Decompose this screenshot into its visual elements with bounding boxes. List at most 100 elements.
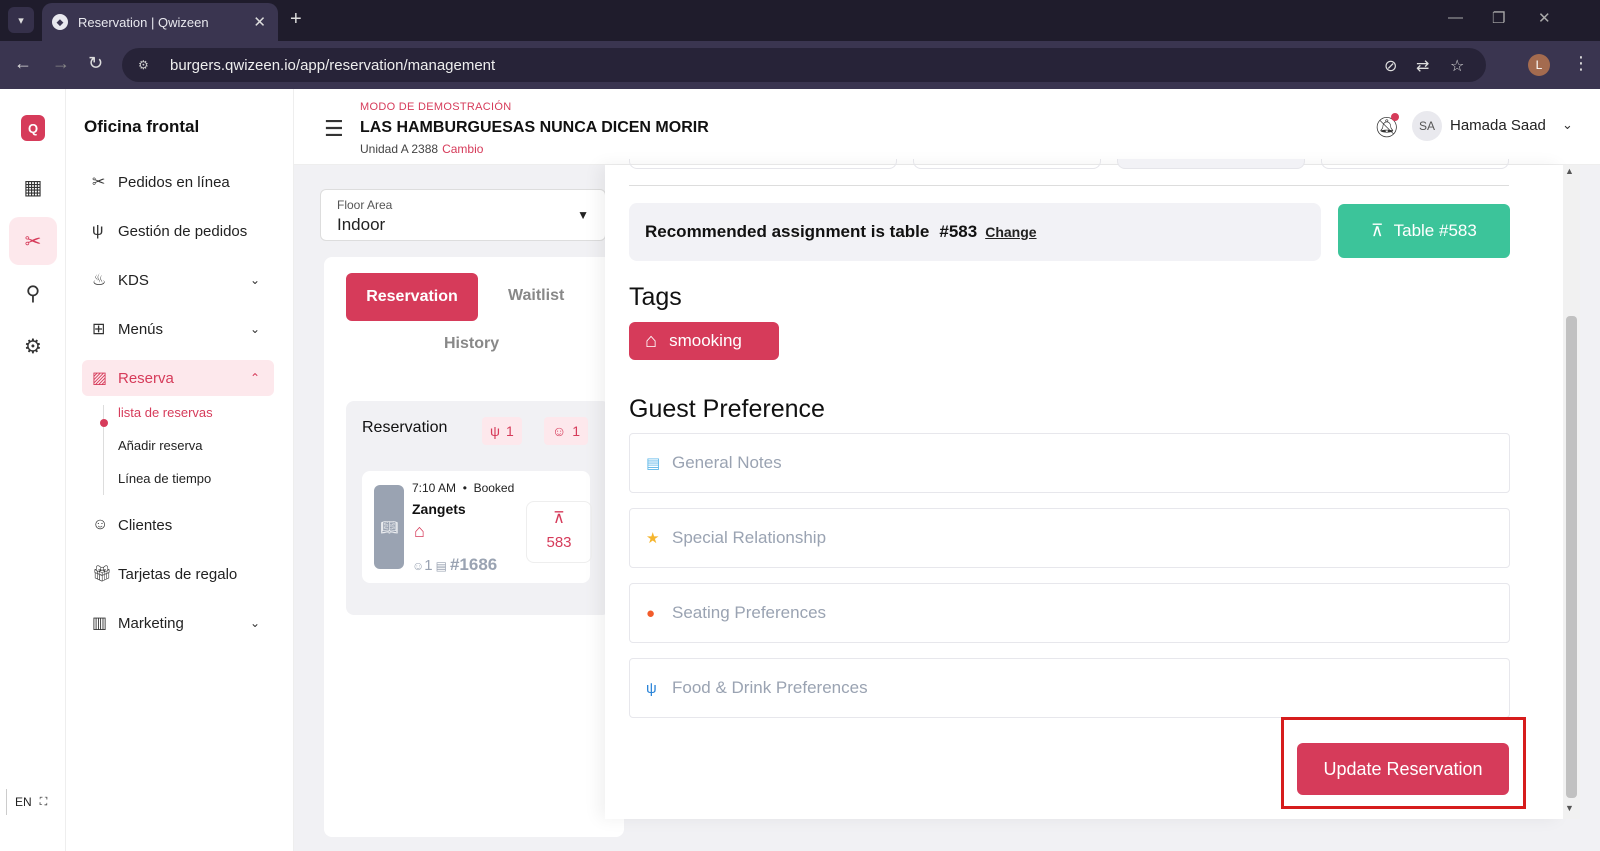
restore-icon[interactable]: ❐ <box>1492 9 1505 27</box>
sidebar-item-reserva[interactable]: ▨ Reserva ⌃ <box>82 360 274 396</box>
sidebar-item-clientes[interactable]: ☺ Clientes <box>82 507 274 543</box>
minimize-icon[interactable]: — <box>1448 9 1463 26</box>
sidebar-item-tarjetas-de-regalo[interactable]: 🎁︎ Tarjetas de regalo <box>82 556 274 592</box>
tab-reservation[interactable]: Reservation <box>346 273 478 321</box>
sidebar-title: Oficina frontal <box>84 117 200 136</box>
reservation-icon: ▨ <box>92 370 108 387</box>
seating-preferences-field[interactable]: ● Seating Preferences <box>629 583 1510 643</box>
sidebar-item-gestion-de-pedidos[interactable]: ψ Gestión de pedidos <box>82 213 274 249</box>
language-label: EN <box>15 795 32 809</box>
sidebar-item-menus[interactable]: ⊞ Menús ⌄ <box>82 311 274 347</box>
sidebar-item-kds[interactable]: ♨ KDS ⌄ <box>82 262 274 298</box>
tab-history[interactable]: History <box>444 335 499 353</box>
location-off-icon[interactable]: ⊘ <box>1384 56 1397 76</box>
close-tab-icon[interactable]: ✕ <box>253 13 266 31</box>
guests-icon: ☺ <box>552 423 567 439</box>
reservation-list: Reservation ψ 1 ☺ 1 📖︎ 7:10 AM • Booked … <box>346 401 610 615</box>
pref-label: Special Relationship <box>672 528 827 547</box>
app-header: ☰ MODO DE DEMOSTRACIÓN LAS HAMBURGUESAS … <box>294 89 1600 165</box>
demo-mode-label: MODO DE DEMOSTRACIÓN <box>360 101 512 113</box>
unit-info: Unidad A 2388 Cambio <box>360 142 483 156</box>
scroll-up-icon[interactable]: ▲ <box>1565 166 1574 176</box>
forward-icon[interactable]: → <box>52 53 70 74</box>
picnic-table-icon: ⊼ <box>553 510 565 527</box>
scroll-down-icon[interactable]: ▼ <box>1565 803 1574 813</box>
tab-waitlist[interactable]: Waitlist <box>508 287 564 305</box>
guest-name: Zangets <box>412 501 466 517</box>
house-icon: ⌂ <box>645 329 658 352</box>
qwizeen-logo[interactable]: Q <box>21 115 45 141</box>
pref-label: Seating Preferences <box>672 603 827 622</box>
change-table-link[interactable]: Change <box>985 224 1036 240</box>
qwizeen-favicon-icon: ◆ <box>52 14 68 30</box>
scrollbar-thumb[interactable] <box>1566 316 1577 798</box>
sidebar-subitem-linea-de-tiempo[interactable]: Línea de tiempo <box>118 471 211 486</box>
sidebar: Oficina frontal ✂ Pedidos en línea ψ Ges… <box>66 89 294 851</box>
browser-tab[interactable]: ◆ Reservation | Qwizeen ✕ <box>42 3 278 41</box>
users-icon: ☺ <box>92 516 109 533</box>
sidebar-item-marketing[interactable]: ▥ Marketing ⌄ <box>82 605 274 641</box>
table-button-label: Table #583 <box>1393 221 1477 240</box>
change-unit-link[interactable]: Cambio <box>442 142 483 156</box>
reload-icon[interactable]: ↻ <box>88 53 103 74</box>
fullscreen-icon[interactable]: ⛶ <box>40 796 48 809</box>
reservation-meta: ☺1 ▤ #1686 <box>412 555 498 574</box>
tab-title: Reservation | Qwizeen <box>78 14 209 30</box>
language-switcher[interactable]: EN ⛶ <box>6 789 56 815</box>
pref-label: General Notes <box>672 453 782 472</box>
unit-label: Unidad A 2388 <box>360 142 439 156</box>
field-stub <box>913 159 1101 169</box>
chevron-down-icon: ⌄ <box>249 322 260 336</box>
guest-preference-heading: Guest Preference <box>629 395 825 423</box>
gift-icon: 🎁︎ <box>92 566 113 583</box>
menu-toggle-icon[interactable]: ☰ <box>324 116 344 142</box>
dashboard-icon[interactable]: ▦ <box>9 163 57 211</box>
close-window-icon[interactable]: ✕ <box>1538 9 1551 27</box>
new-tab-icon[interactable]: + <box>290 8 302 31</box>
update-reservation-button[interactable]: Update Reservation <box>1297 743 1509 795</box>
utensils-icon: ψ <box>490 423 500 439</box>
seat-icon: ● <box>646 604 656 622</box>
sidebar-item-pedidos-en-linea[interactable]: ✂ Pedidos en línea <box>82 164 274 200</box>
browser-menu-icon[interactable]: ⋮ <box>1572 53 1590 74</box>
icon-rail: Q ▦ ✂ ⚲ ⚙ EN ⛶ <box>0 89 66 851</box>
profile-avatar[interactable]: L <box>1528 54 1550 76</box>
picnic-table-icon: ⊼ <box>1371 221 1384 240</box>
star-icon: ★ <box>646 530 660 547</box>
settings-gear-icon[interactable]: ⚙ <box>9 322 57 370</box>
guests-badge: ☺ 1 <box>544 417 589 445</box>
back-icon[interactable]: ← <box>14 53 32 74</box>
url-text: burgers.qwizeen.io/app/reservation/manag… <box>170 56 496 74</box>
avatar[interactable]: SA <box>1412 111 1442 141</box>
floor-area-select[interactable]: Floor Area Indoor ▼ <box>320 189 606 241</box>
recommended-text: Recommended assignment is table <box>645 222 930 241</box>
user-name[interactable]: Hamada Saad <box>1450 117 1546 134</box>
field-stub <box>1117 159 1305 169</box>
list-item[interactable]: 📖︎ 7:10 AM • Booked Zangets ⌂ ☺1 ▤ #1686 ⊼… <box>362 471 592 583</box>
general-notes-field[interactable]: ▤ General Notes <box>629 433 1510 493</box>
table-assign-button[interactable]: ⊼ Table #583 <box>1338 204 1510 258</box>
grid-icon: ⊞ <box>92 321 106 338</box>
utensils-crossed-icon: ✂ <box>92 174 106 191</box>
divider <box>629 185 1509 186</box>
orders-count: 1 <box>505 423 514 439</box>
reservation-drawer: Recommended assignment is table #583 Cha… <box>605 159 1563 819</box>
bookmark-star-icon[interactable]: ☆ <box>1450 56 1464 76</box>
front-office-icon[interactable]: ✂ <box>9 217 57 265</box>
tab-search-icon[interactable]: ▾ <box>8 7 34 33</box>
chevron-up-icon: ⌃ <box>249 371 260 385</box>
food-drink-preferences-field[interactable]: ψ Food & Drink Preferences <box>629 658 1510 718</box>
translate-icon[interactable]: ⇄ <box>1416 56 1429 76</box>
sidebar-item-label: Tarjetas de regalo <box>118 565 238 583</box>
tag-smooking[interactable]: ⌂ smooking <box>629 322 779 360</box>
special-relationship-field[interactable]: ★ Special Relationship <box>629 508 1510 568</box>
sidebar-subitem-anadir-reserva[interactable]: Añadir reserva <box>118 438 203 453</box>
sidebar-subitem-lista-de-reservas[interactable]: lista de reservas <box>118 405 213 420</box>
site-info-icon[interactable]: ⚙ <box>138 58 158 72</box>
address-bar: ← → ↻ ⚙ burgers.qwizeen.io/app/reservati… <box>0 41 1600 89</box>
chevron-down-icon[interactable]: ⌄ <box>1562 117 1573 133</box>
org-chart-icon[interactable]: ⚲ <box>9 269 57 317</box>
sidebar-item-label: Marketing <box>118 614 184 632</box>
url-input[interactable]: ⚙ burgers.qwizeen.io/app/reservation/man… <box>122 48 1486 82</box>
reservation-panel: Reservation Waitlist History Reservation… <box>324 257 624 837</box>
